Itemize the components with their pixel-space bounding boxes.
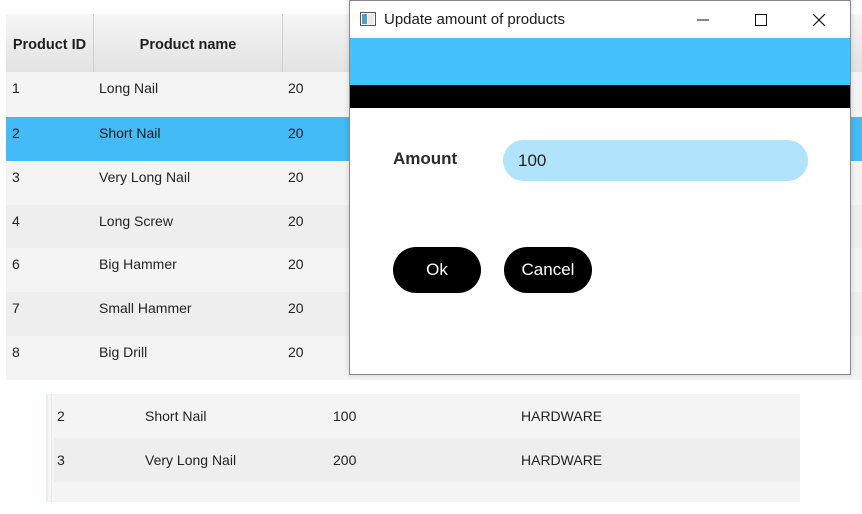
updated-products-table: 2 Short Nail 100 HARDWARE 3 Very Long Na… — [46, 394, 800, 502]
cell-amount: 200 — [333, 452, 357, 468]
maximize-icon — [755, 14, 767, 26]
cell-id: 3 — [57, 452, 65, 468]
cell-name: Very Long Nail — [99, 169, 191, 185]
window-app-icon — [360, 12, 376, 26]
cell-amount: 20 — [288, 80, 304, 96]
table-border — [46, 394, 48, 502]
minimize-icon — [697, 19, 709, 21]
cell-amount: 20 — [288, 169, 304, 185]
amount-label: Amount — [393, 149, 458, 168]
update-amount-dialog: Update amount of products Amount Ok Canc… — [349, 0, 851, 375]
cell-category: HARDWARE — [521, 408, 603, 424]
cell-amount: 20 — [288, 125, 304, 141]
cell-amount: 100 — [333, 408, 357, 424]
cell-amount: 20 — [288, 213, 304, 229]
table-row — [54, 482, 800, 502]
cell-amount: 20 — [288, 256, 304, 272]
cell-name: Very Long Nail — [145, 452, 237, 468]
cell-id: 3 — [12, 169, 20, 185]
dialog-header-strip — [350, 85, 850, 108]
cell-name: Big Drill — [99, 344, 148, 360]
dialog-header-band — [350, 38, 850, 85]
cell-id: 4 — [12, 213, 20, 229]
cell-name: Short Nail — [99, 125, 161, 141]
close-button[interactable] — [796, 1, 842, 38]
column-header-product-name[interactable]: Product name — [94, 14, 283, 72]
dialog-title: Update amount of products — [384, 11, 565, 28]
cell-id: 1 — [12, 80, 20, 96]
cell-name: Long Nail — [99, 80, 159, 96]
column-header-product-id[interactable]: Product ID — [6, 14, 94, 72]
cell-id: 6 — [12, 256, 20, 272]
cell-amount: 20 — [288, 300, 304, 316]
cell-name: Long Screw — [99, 213, 173, 229]
close-icon — [812, 13, 826, 27]
cell-id: 8 — [12, 344, 20, 360]
cell-id: 7 — [12, 300, 20, 316]
amount-input[interactable] — [503, 140, 808, 181]
ok-button[interactable]: Ok — [393, 247, 481, 293]
cell-name: Small Hammer — [99, 300, 192, 316]
table-row[interactable]: 3 Very Long Nail 200 HARDWARE — [54, 438, 800, 482]
cell-amount: 20 — [288, 344, 304, 360]
table-row[interactable]: 2 Short Nail 100 HARDWARE — [54, 394, 800, 438]
table-border — [51, 394, 52, 502]
cell-name: Big Hammer — [99, 256, 177, 272]
maximize-button[interactable] — [738, 1, 784, 38]
cancel-button[interactable]: Cancel — [504, 247, 592, 293]
cell-category: HARDWARE — [521, 452, 603, 468]
cell-id: 2 — [12, 125, 20, 141]
cell-name: Short Nail — [145, 408, 207, 424]
column-header-amount[interactable] — [283, 14, 353, 72]
cell-id: 2 — [57, 408, 65, 424]
dialog-titlebar[interactable]: Update amount of products — [350, 1, 850, 38]
minimize-button[interactable] — [680, 1, 726, 38]
